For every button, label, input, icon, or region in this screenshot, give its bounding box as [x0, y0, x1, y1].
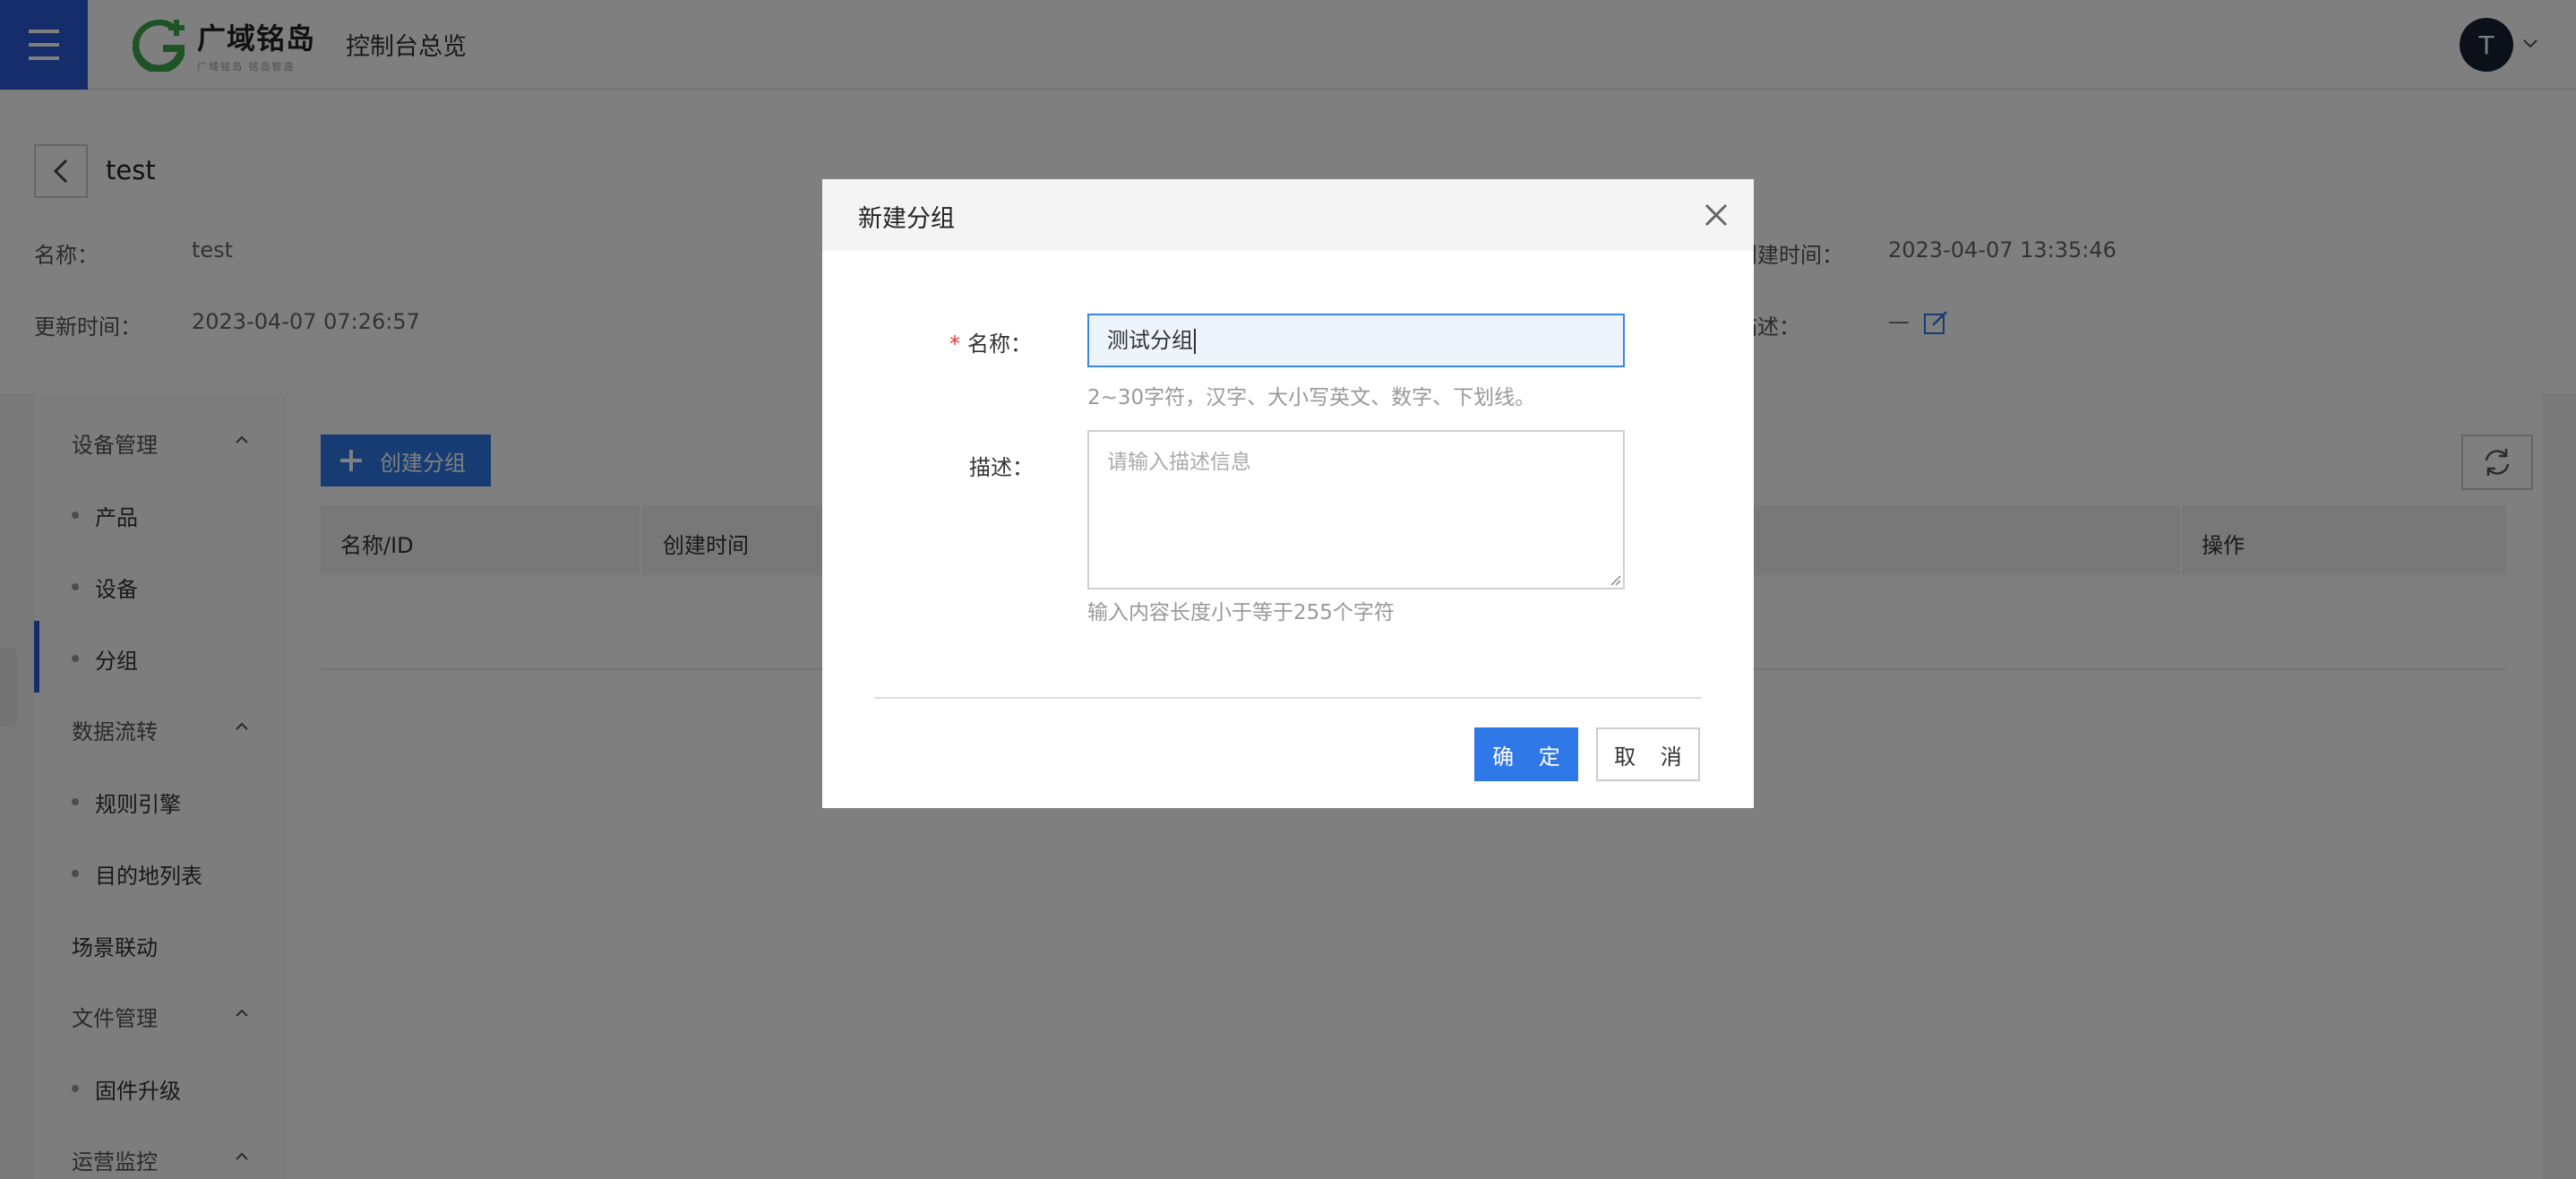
close-icon[interactable] [1702, 201, 1730, 229]
group-name-value: 测试分组 [1107, 328, 1193, 353]
dialog-header: 新建分组 [822, 179, 1754, 251]
text-caret [1194, 329, 1196, 354]
description-field-label: 描述： [969, 455, 1034, 480]
group-name-input[interactable]: 测试分组 [1087, 314, 1625, 367]
page: 广域铭岛 广域铭岛 铭岛智造 控制台总览 T test 名称： test 更新时… [0, 0, 2576, 1179]
name-field-label: * 名称： [949, 326, 1032, 357]
create-group-dialog: 新建分组 * 名称： 测试分组 2~30字符，汉字、大小写英文、数字、下划线。 描… [822, 179, 1754, 808]
description-help-text: 输入内容长度小于等于255个字符 [1087, 601, 1395, 624]
confirm-button[interactable]: 确 定 [1474, 727, 1578, 781]
name-field-label-text: 名称： [967, 331, 1032, 357]
resize-handle-icon[interactable] [1607, 572, 1621, 586]
cancel-button[interactable]: 取 消 [1596, 727, 1700, 781]
description-placeholder: 请输入描述信息 [1107, 451, 1251, 474]
dialog-title: 新建分组 [858, 205, 955, 233]
name-help-text: 2~30字符，汉字、大小写英文、数字、下划线。 [1087, 386, 1536, 409]
required-asterisk: * [949, 331, 960, 357]
dialog-divider [874, 697, 1702, 699]
description-textarea[interactable]: 请输入描述信息 [1087, 430, 1625, 590]
